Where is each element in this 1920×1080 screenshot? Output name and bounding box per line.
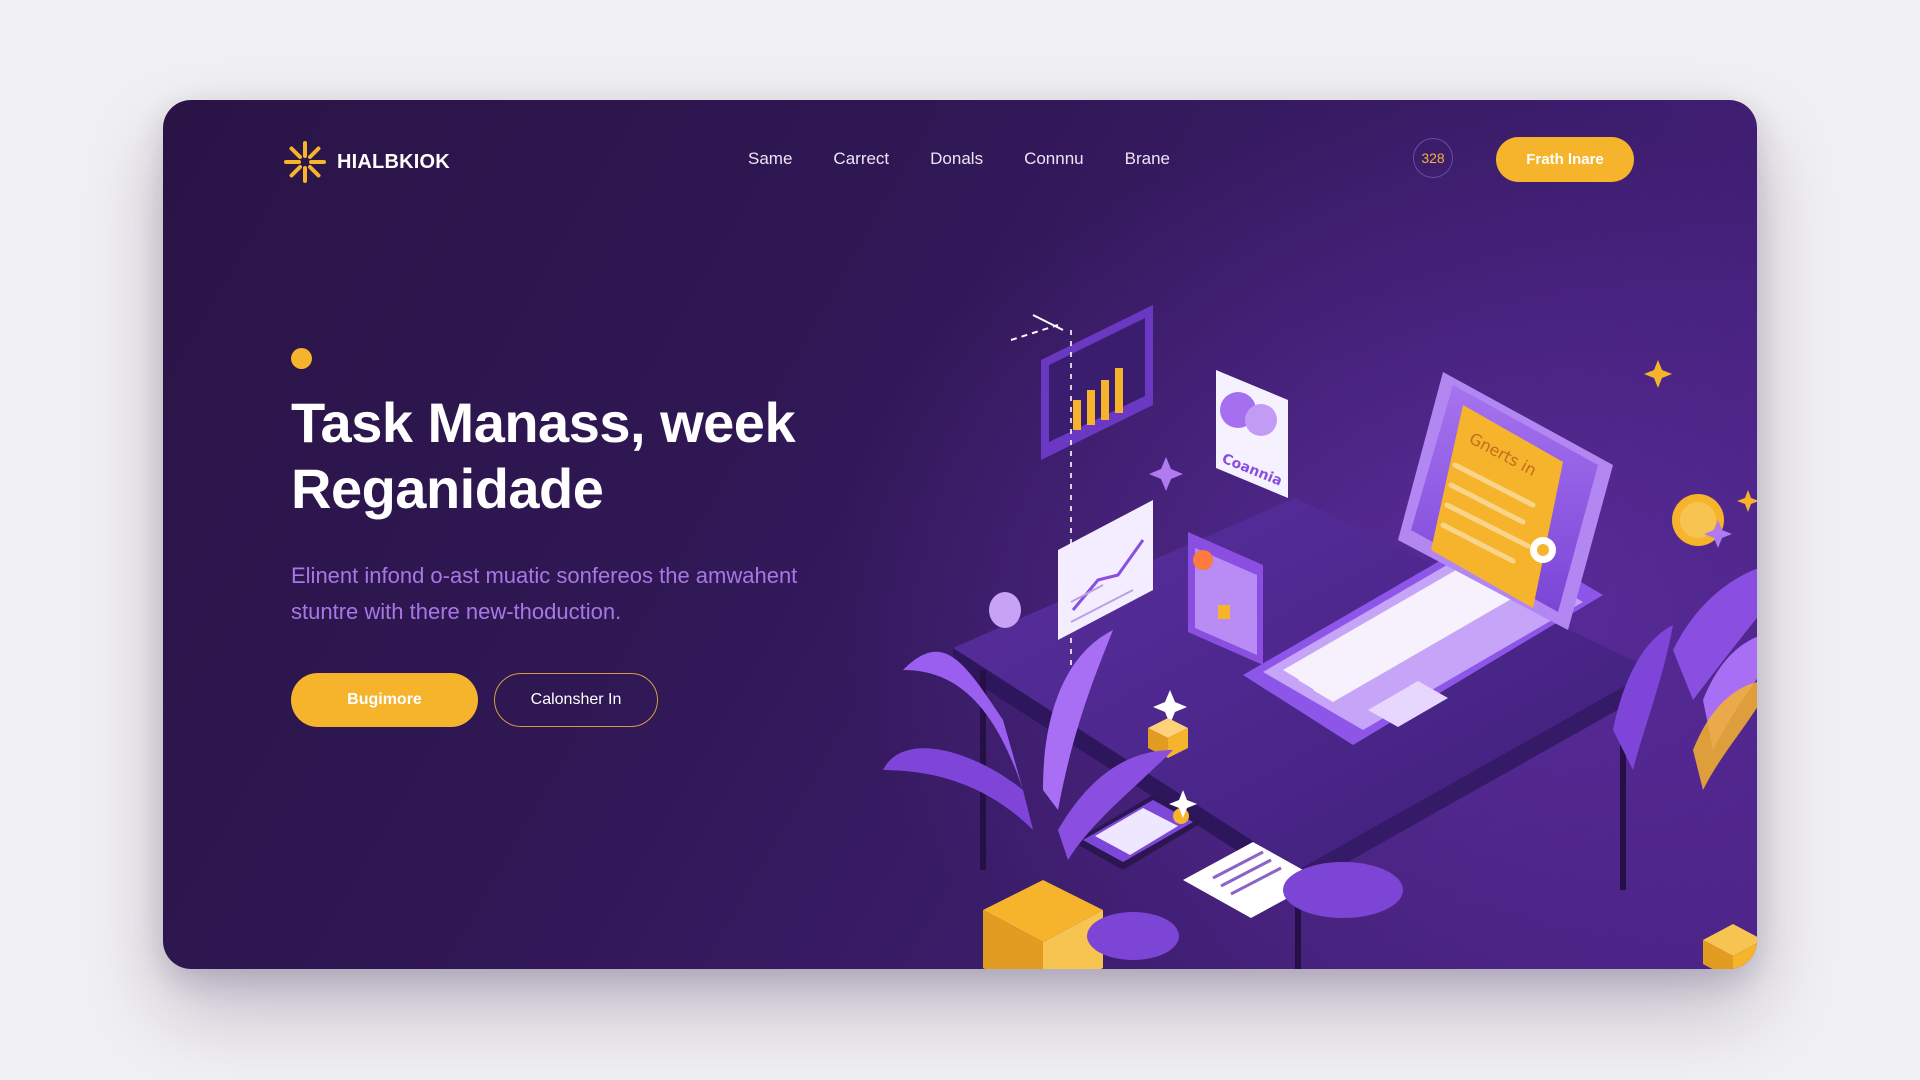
sparkle-logo-icon [284,141,326,183]
hero-title-line2: Reganidade [291,457,604,520]
brand-name: HIALBKIOK [337,150,450,173]
hero-subtitle: Elinent infond o-ast muatic sonfereos th… [291,558,871,630]
header-cta-button[interactable]: Frath lnare [1496,137,1634,182]
hero-card: HIALBKIOK Same Carrect Donals Connnu Bra… [163,100,1757,969]
hero-subtitle-line2: stuntre with there new-thoduction. [291,599,622,624]
floating-orb [989,592,1021,628]
nav-item-carrect[interactable]: Carrect [833,149,889,169]
primary-cta-button[interactable]: Bugimore [291,673,478,727]
accent-dot [291,348,312,369]
stool-left [1087,912,1179,960]
main-nav: Same Carrect Donals Connnu Brane [748,149,1170,169]
plant-right [1613,568,1757,969]
floating-cloud-card: Coannia [1216,370,1288,498]
hero-title: Task Manass, week Reganidade [291,390,851,522]
nav-item-brane[interactable]: Brane [1125,149,1170,169]
nav-item-donals[interactable]: Donals [930,149,983,169]
hero-subtitle-line1: Elinent infond o-ast muatic sonfereos th… [291,563,798,588]
hero-title-line1: Task Manass, week [291,391,796,454]
nav-item-same[interactable]: Same [748,149,792,169]
notification-count-badge[interactable]: 328 [1413,138,1453,178]
stool-right [1283,862,1403,918]
secondary-cta-button[interactable]: Calonsher In [494,673,658,727]
workspace-illustration: Gnerts in Coannia [883,305,1757,969]
nav-item-connnu[interactable]: Connnu [1024,149,1084,169]
brand[interactable]: HIALBKIOK [283,140,450,184]
